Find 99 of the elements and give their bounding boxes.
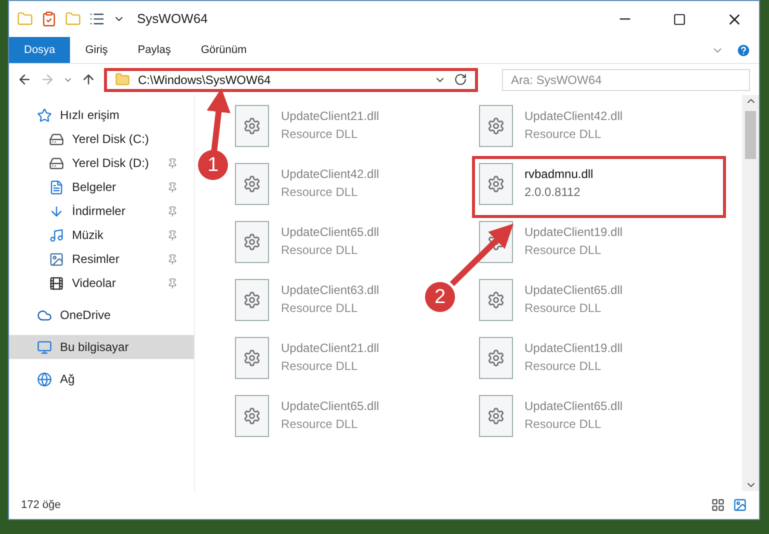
- dll-file-icon: [235, 105, 269, 147]
- file-name: UpdateClient21.dll: [281, 340, 380, 357]
- music-note-icon: [49, 228, 64, 242]
- dll-file-icon: [478, 395, 512, 437]
- pin-icon[interactable]: [167, 158, 178, 168]
- file-detail: Resource DLL: [281, 184, 359, 201]
- file-item[interactable]: rvbadmnu.dll 2.0.0.8112: [474, 159, 722, 215]
- dll-file-icon: [235, 337, 269, 379]
- folder-icon: [17, 11, 33, 27]
- file-name: UpdateClient65.dll: [281, 398, 380, 415]
- pin-icon[interactable]: [167, 278, 178, 288]
- sidebar-item[interactable]: Ağ: [9, 367, 194, 391]
- pin-icon[interactable]: [167, 254, 178, 264]
- file-name: rvbadmnu.dll: [524, 166, 594, 183]
- ribbon-tab[interactable]: Giriş: [70, 37, 123, 63]
- pin-icon[interactable]: [167, 206, 178, 216]
- file-item[interactable]: UpdateClient19.dll Resource DLL: [474, 333, 627, 389]
- address-bar[interactable]: C:\Windows\SysWOW64: [104, 68, 478, 92]
- file-detail: Resource DLL: [524, 242, 602, 259]
- item-count: 172 öğe: [21, 498, 61, 513]
- file-item[interactable]: UpdateClient65.dll Resource DLL: [474, 391, 627, 447]
- dll-file-icon: [235, 279, 269, 321]
- picture-icon: [49, 252, 64, 266]
- sidebar-item[interactable]: Videolar: [9, 271, 194, 295]
- file-detail: Resource DLL: [524, 300, 602, 317]
- file-detail: Resource DLL: [281, 242, 359, 259]
- file-item[interactable]: UpdateClient65.dll Resource DLL: [474, 275, 627, 331]
- download-icon: [49, 204, 64, 218]
- file-item[interactable]: UpdateClient21.dll Resource DLL: [231, 101, 384, 157]
- file-name: UpdateClient42.dll: [524, 108, 623, 125]
- help-icon[interactable]: [736, 42, 751, 58]
- file-item[interactable]: UpdateClient42.dll Resource DLL: [231, 159, 384, 215]
- monitor-icon: [37, 340, 52, 354]
- film-icon: [49, 276, 64, 290]
- file-item[interactable]: UpdateClient65.dll Resource DLL: [231, 391, 384, 447]
- sidebar-item[interactable]: Yerel Disk (D:): [9, 151, 194, 175]
- dll-file-icon: [235, 395, 269, 437]
- file-name: UpdateClient65.dll: [524, 282, 623, 299]
- file-name: UpdateClient19.dll: [524, 340, 623, 357]
- file-detail: 2.0.0.8112: [524, 184, 582, 201]
- drive-icon: [49, 156, 64, 170]
- star-icon: [37, 108, 52, 122]
- maximize-icon[interactable]: [673, 12, 686, 26]
- annotation-arrow: [450, 224, 514, 286]
- dll-file-icon: [478, 279, 512, 321]
- pin-icon[interactable]: [167, 230, 178, 240]
- document-icon: [49, 180, 64, 194]
- file-name: UpdateClient19.dll: [524, 224, 623, 241]
- search-field[interactable]: Ara: SysWOW64: [502, 68, 750, 90]
- ribbon-tab[interactable]: Görünüm: [186, 37, 262, 63]
- file-name: UpdateClient42.dll: [281, 166, 380, 183]
- dll-file-icon: [235, 163, 269, 205]
- drive-icon: [49, 132, 64, 146]
- details-view-icon[interactable]: [711, 498, 725, 512]
- large-icons-view-icon[interactable]: [733, 498, 747, 512]
- sidebar-item[interactable]: Resimler: [9, 247, 194, 271]
- sidebar-item[interactable]: İndirmeler: [9, 199, 194, 223]
- pin-icon[interactable]: [167, 182, 178, 192]
- scrollbar-thumb[interactable]: [745, 111, 756, 159]
- file-item[interactable]: UpdateClient42.dll Resource DLL: [474, 101, 627, 157]
- file-name: UpdateClient65.dll: [281, 224, 380, 241]
- sidebar-item[interactable]: Bu bilgisayar: [9, 335, 194, 359]
- up-icon[interactable]: [81, 72, 96, 87]
- dll-file-icon: [478, 105, 512, 147]
- properties-icon[interactable]: [41, 11, 57, 27]
- file-name: UpdateClient63.dll: [281, 282, 380, 299]
- ribbon-tab[interactable]: Dosya: [9, 37, 70, 63]
- file-detail: Resource DLL: [281, 358, 359, 375]
- refresh-icon[interactable]: [454, 73, 467, 86]
- file-item[interactable]: UpdateClient19.dll Resource DLL: [474, 217, 627, 273]
- dll-file-icon: [478, 337, 512, 379]
- window-title: SysWOW64: [137, 10, 208, 28]
- sidebar-item[interactable]: Yerel Disk (C:): [9, 127, 194, 151]
- file-detail: Resource DLL: [281, 300, 359, 317]
- dll-file-icon: [478, 163, 512, 205]
- back-icon[interactable]: [17, 72, 32, 87]
- network-icon: [37, 372, 52, 386]
- scrollbar[interactable]: [742, 95, 759, 491]
- address-path: C:\Windows\SysWOW64: [138, 72, 272, 88]
- view-icon[interactable]: [89, 11, 105, 27]
- file-detail: Resource DLL: [524, 358, 602, 375]
- ribbon-tab[interactable]: Paylaş: [122, 37, 186, 63]
- file-detail: Resource DLL: [524, 416, 602, 433]
- sidebar-item[interactable]: Hızlı erişim: [9, 103, 194, 127]
- cloud-icon: [37, 308, 52, 322]
- sidebar-item[interactable]: OneDrive: [9, 303, 194, 327]
- folder-icon: [115, 72, 130, 87]
- file-name: UpdateClient21.dll: [281, 108, 380, 125]
- dll-file-icon: [235, 221, 269, 263]
- file-item[interactable]: UpdateClient63.dll Resource DLL: [231, 275, 384, 331]
- annotation-arrow: [206, 88, 231, 152]
- file-item[interactable]: UpdateClient21.dll Resource DLL: [231, 333, 384, 389]
- sidebar-item[interactable]: Müzik: [9, 223, 194, 247]
- file-item[interactable]: UpdateClient65.dll Resource DLL: [231, 217, 384, 273]
- sidebar-item[interactable]: Belgeler: [9, 175, 194, 199]
- file-detail: Resource DLL: [281, 126, 359, 143]
- file-detail: Resource DLL: [524, 126, 602, 143]
- file-detail: Resource DLL: [281, 416, 359, 433]
- file-name: UpdateClient65.dll: [524, 398, 623, 415]
